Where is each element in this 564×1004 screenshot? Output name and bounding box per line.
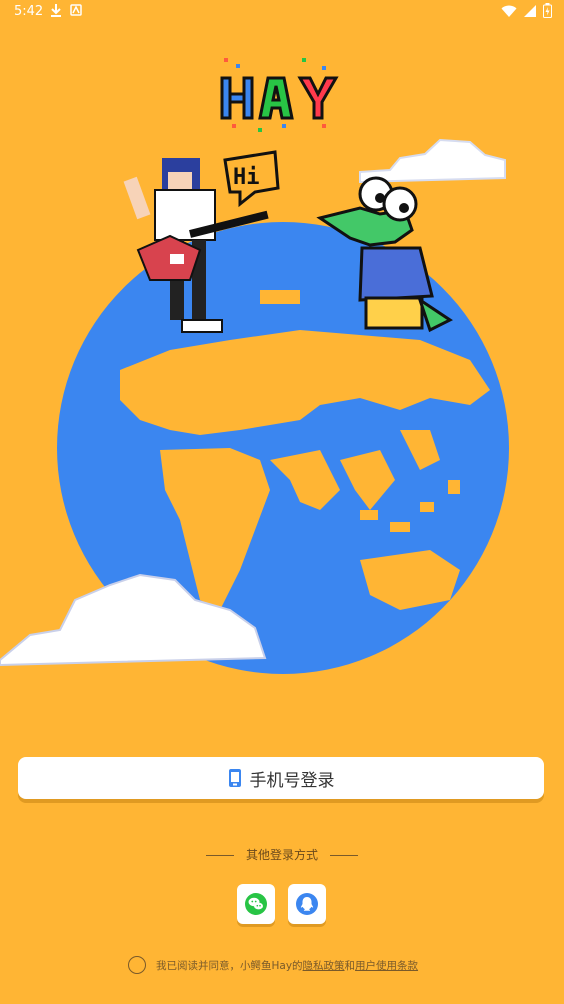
divider-left	[206, 855, 235, 856]
status-bar: 5:42	[0, 0, 564, 24]
phone-login-button[interactable]: 手机号登录	[18, 757, 544, 799]
other-login-label: 其他登录方式	[245, 848, 318, 862]
qq-login-button[interactable]	[288, 884, 326, 924]
wechat-icon	[245, 893, 267, 915]
hay-logo	[220, 58, 339, 132]
signal-icon	[524, 4, 536, 17]
qq-icon	[296, 893, 318, 915]
hi-speech-bubble: Hi	[223, 150, 280, 208]
cloud-top-right	[359, 138, 506, 184]
other-login-title: 其他登录方式	[0, 846, 564, 863]
phone-login-label: 手机号登录	[249, 770, 335, 791]
agreement-checkbox[interactable]	[128, 956, 146, 974]
divider-right	[329, 855, 358, 856]
globe-illustration: Hi	[0, 138, 509, 674]
terms-of-use-link[interactable]: 用户使用条款	[355, 958, 418, 973]
agreement-prefix: 我已阅读并同意，小鳄鱼Hay的	[156, 959, 303, 972]
privacy-policy-link[interactable]: 隐私政策	[303, 958, 345, 973]
status-time: 5:42	[14, 4, 44, 19]
wechat-login-button[interactable]	[237, 884, 275, 924]
phone-icon	[228, 769, 241, 787]
app-notification-icon	[70, 4, 82, 16]
hi-text: Hi	[233, 165, 260, 190]
agreement-and: 和	[344, 959, 356, 972]
battery-icon	[543, 3, 552, 18]
wifi-icon	[501, 5, 517, 17]
agreement-row: 我已阅读并同意，小鳄鱼Hay的 隐私政策 和 用户使用条款	[128, 955, 548, 975]
download-icon	[51, 4, 61, 17]
